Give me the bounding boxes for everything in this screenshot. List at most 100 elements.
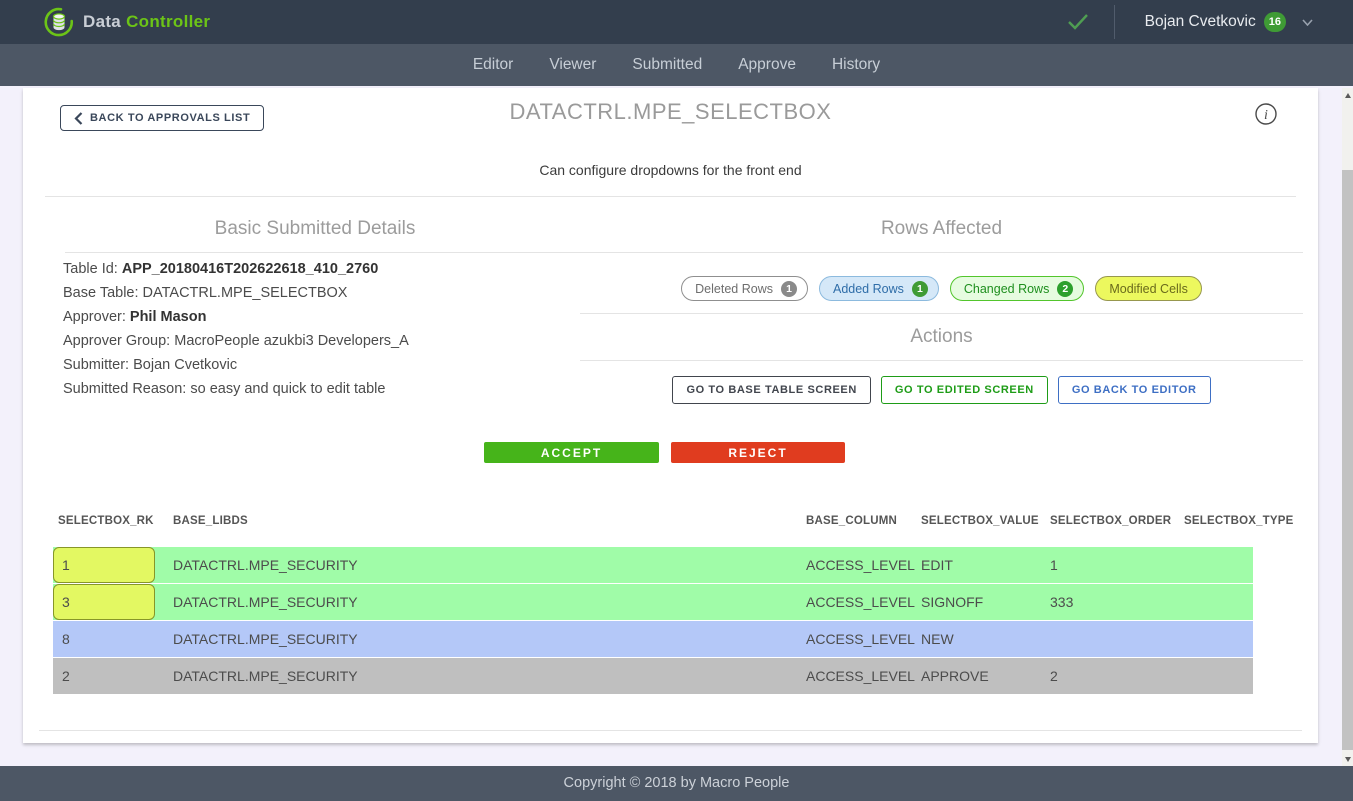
user-name: Bojan Cvetkovic	[1145, 13, 1256, 31]
divider	[580, 360, 1303, 361]
added-rows-badge[interactable]: Added Rows 1	[819, 276, 939, 301]
field-value: DATACTRL.MPE_SELECTBOX	[143, 285, 348, 301]
go-back-to-editor-button[interactable]: GO BACK TO EDITOR	[1058, 376, 1211, 404]
table-cell: DATACTRL.MPE_SECURITY	[168, 631, 801, 647]
modified-rows-badge[interactable]: Modified Cells	[1095, 276, 1202, 301]
table-cell: 2	[1045, 668, 1179, 684]
rows-affected-section: Rows Affected Deleted Rows1Added Rows1Ch…	[580, 218, 1303, 246]
divider	[65, 252, 585, 253]
brand-primary: Data	[83, 12, 121, 31]
go-to-edited-screen-button[interactable]: GO TO EDITED SCREEN	[881, 376, 1048, 404]
nav-item-editor[interactable]: Editor	[473, 56, 514, 74]
action-buttons: GO TO BASE TABLE SCREEN GO TO EDITED SCRE…	[580, 376, 1303, 404]
detail-field: Base Table: DATACTRL.MPE_SELECTBOX	[63, 281, 585, 305]
decision-buttons: ACCEPT REJECT	[484, 442, 845, 463]
user-count-badge: 16	[1264, 12, 1286, 32]
divider	[39, 730, 1302, 731]
badge-label: Changed Rows	[964, 282, 1049, 296]
column-header-base_libds: BASE_LIBDS	[168, 515, 801, 527]
changes-table: SELECTBOX_RKBASE_LIBDSBASE_COLUMNSELECTB…	[53, 515, 1253, 695]
divider	[45, 196, 1296, 197]
table-cell: 8	[53, 621, 168, 657]
badge-label: Added Rows	[833, 282, 904, 296]
reject-button[interactable]: REJECT	[671, 442, 845, 463]
scroll-up-arrow-icon[interactable]	[1342, 88, 1353, 102]
vertical-scrollbar[interactable]	[1342, 88, 1353, 766]
scrollbar-thumb[interactable]	[1342, 170, 1353, 750]
deleted-rows-badge[interactable]: Deleted Rows1	[681, 276, 808, 301]
table-cell: 3	[53, 584, 168, 620]
nav-item-history[interactable]: History	[832, 56, 880, 74]
nav-item-viewer[interactable]: Viewer	[549, 56, 596, 74]
table-cell: DATACTRL.MPE_SECURITY	[168, 594, 801, 610]
scroll-down-arrow-icon[interactable]	[1342, 752, 1353, 766]
info-button[interactable]: i	[1254, 102, 1278, 126]
table-description: Can configure dropdowns for the front en…	[23, 162, 1318, 178]
accept-button[interactable]: ACCEPT	[484, 442, 659, 463]
rows-affected-badges: Deleted Rows1 Added Rows 1 Changed Rows2 Mod…	[580, 276, 1303, 301]
table-body: 1DATACTRL.MPE_SECURITYACCESS_LEVELEDIT13…	[53, 547, 1253, 694]
detail-field: Submitted Reason: so easy and quick to e…	[63, 377, 585, 401]
brand-secondary: Controller	[126, 12, 210, 31]
divider	[580, 313, 1303, 314]
detail-field: Approver: Phil Mason	[63, 305, 585, 329]
app-logo[interactable]: Data Controller	[44, 0, 210, 44]
footer: Copyright © 2018 by Macro People	[0, 766, 1353, 801]
table-cell: DATACTRL.MPE_SECURITY	[168, 557, 801, 573]
table-cell: NEW	[916, 631, 1045, 647]
column-header-base_column: BASE_COLUMN	[801, 515, 916, 527]
go-to-base-table-screen-button[interactable]: GO TO BASE TABLE SCREEN	[672, 376, 870, 404]
field-label: Submitted Reason:	[63, 381, 186, 397]
table-cell: 1	[1045, 557, 1179, 573]
details-heading: Basic Submitted Details	[45, 218, 585, 246]
field-label: Submitter:	[63, 357, 129, 373]
table-row[interactable]: 2 DATACTRL.MPE_SECURITYACCESS_LEVELAPPROV…	[53, 658, 1253, 694]
column-header-selectbox_order: SELECTBOX_ORDER	[1045, 515, 1179, 527]
badge-label: Modified Cells	[1109, 282, 1188, 296]
field-label: Table Id:	[63, 261, 118, 277]
svg-text:i: i	[1264, 108, 1268, 123]
field-value: MacroPeople azukbi3 Developers_A	[174, 333, 409, 349]
status-check-icon	[1066, 12, 1090, 32]
detail-field: Submitter: Bojan Cvetkovic	[63, 353, 585, 377]
table-cell: ACCESS_LEVEL	[801, 557, 916, 573]
basic-submitted-details-section: Basic Submitted Details Table Id: APP_20…	[45, 218, 585, 253]
table-cell: DATACTRL.MPE_SECURITY	[168, 668, 801, 684]
user-menu[interactable]: Bojan Cvetkovic 16	[1145, 12, 1313, 32]
table-cell: APPROVE	[916, 668, 1045, 684]
table-row[interactable]: 3 DATACTRL.MPE_SECURITYACCESS_LEVELSIGNOF…	[53, 584, 1253, 620]
table-cell: EDIT	[916, 557, 1045, 573]
table-cell: 1	[53, 547, 168, 583]
rows-affected-heading: Rows Affected	[580, 218, 1303, 246]
changed-rows-badge[interactable]: Changed Rows2	[950, 276, 1084, 301]
column-header-selectbox_rk: SELECTBOX_RK	[53, 515, 168, 527]
database-logo-icon	[44, 7, 74, 37]
field-value: Phil Mason	[130, 309, 207, 325]
badge-count: 1	[912, 281, 928, 297]
header-right: Bojan Cvetkovic 16	[1066, 0, 1313, 44]
detail-field: Table Id: APP_20180416T202622618_410_276…	[63, 257, 585, 281]
divider	[580, 252, 1303, 253]
nav-item-approve[interactable]: Approve	[738, 56, 796, 74]
page-title: DATACTRL.MPE_SELECTBOX	[23, 99, 1318, 125]
header-divider	[1114, 5, 1115, 39]
field-label: Approver:	[63, 309, 126, 325]
field-label: Base Table:	[63, 285, 139, 301]
column-header-selectbox_value: SELECTBOX_VALUE	[916, 515, 1045, 527]
nav-item-submitted[interactable]: Submitted	[632, 56, 702, 74]
actions-heading: Actions	[580, 326, 1303, 354]
table-cell: ACCESS_LEVEL	[801, 668, 916, 684]
modified-cell: 3	[53, 584, 155, 620]
table-cell: SIGNOFF	[916, 594, 1045, 610]
main-nav: Editor Viewer Submitted Approve History	[0, 44, 1353, 86]
detail-field: Approver Group: MacroPeople azukbi3 Deve…	[63, 329, 585, 353]
field-value: Bojan Cvetkovic	[133, 357, 237, 373]
field-value: so easy and quick to edit table	[190, 381, 385, 397]
table-cell: ACCESS_LEVEL	[801, 594, 916, 610]
badge-count: 1	[781, 281, 797, 297]
chevron-down-icon	[1302, 19, 1313, 26]
app-header: Data Controller Bojan Cvetkovic 16	[0, 0, 1353, 44]
approval-detail-card: BACK TO APPROVALS LIST DATACTRL.MPE_SELE…	[23, 88, 1318, 743]
table-row[interactable]: 8DATACTRL.MPE_SECURITYACCESS_LEVELNEW	[53, 621, 1253, 657]
table-row[interactable]: 1DATACTRL.MPE_SECURITYACCESS_LEVELEDIT1	[53, 547, 1253, 583]
